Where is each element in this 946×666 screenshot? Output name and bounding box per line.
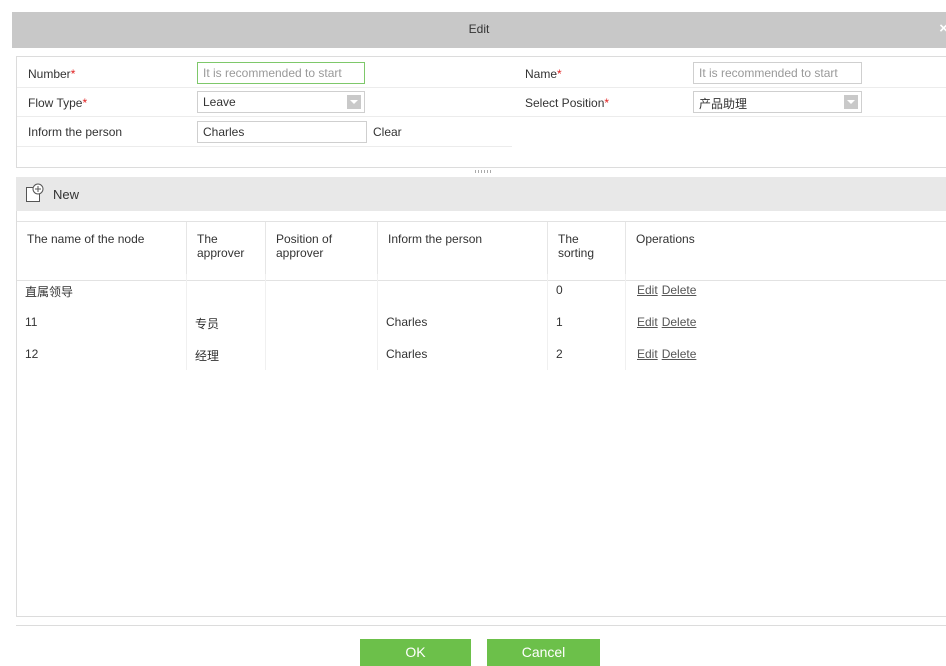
column-header-sorting: The sorting: [548, 222, 626, 280]
column-header-inform: Inform the person: [378, 222, 548, 280]
flow-type-value: Leave: [203, 95, 236, 109]
cell-node: 11: [17, 306, 187, 338]
nodes-table: The name of the node The approver Positi…: [16, 211, 946, 617]
column-header-approver: The approver: [187, 222, 266, 280]
edit-link[interactable]: Edit: [637, 283, 658, 297]
table-header: The name of the node The approver Positi…: [17, 221, 946, 281]
number-input[interactable]: It is recommended to start: [197, 62, 365, 84]
column-header-node: The name of the node: [17, 222, 187, 280]
inform-input[interactable]: Charles: [197, 121, 367, 143]
column-header-position: Position of approver: [266, 222, 378, 280]
chevron-down-icon[interactable]: [844, 95, 858, 109]
cell-position: [266, 338, 378, 370]
cell-sorting: 0: [548, 274, 626, 306]
cell-inform: Charles: [378, 338, 548, 370]
dialog-title: Edit: [468, 22, 490, 36]
column-header-operations: Operations: [636, 232, 695, 246]
name-label: Name*: [525, 67, 562, 81]
flow-type-select[interactable]: Leave: [197, 91, 365, 113]
select-position-select[interactable]: 产品助理: [693, 91, 862, 113]
cell-sorting: 1: [548, 306, 626, 338]
edit-form: Number* It is recommended to start Name*…: [16, 56, 946, 168]
cancel-button[interactable]: Cancel: [487, 639, 600, 666]
cell-position: [266, 274, 378, 306]
delete-link[interactable]: Delete: [662, 347, 697, 361]
cell-approver: 经理: [187, 338, 266, 370]
clear-button[interactable]: Clear: [373, 125, 402, 139]
cell-operations: Edit Delete: [626, 274, 826, 306]
form-row-divider: [17, 116, 946, 117]
table-row[interactable]: 12 经理 Charles 2 Edit Delete: [17, 338, 946, 370]
inform-label: Inform the person: [28, 125, 123, 139]
new-button[interactable]: New: [53, 187, 79, 202]
form-row-divider: [17, 87, 946, 88]
delete-link[interactable]: Delete: [662, 283, 697, 297]
cell-position: [266, 306, 378, 338]
name-input[interactable]: It is recommended to start: [693, 62, 862, 84]
cell-sorting: 2: [548, 338, 626, 370]
cell-node: 12: [17, 338, 187, 370]
splitter-handle[interactable]: [475, 170, 493, 173]
edit-link[interactable]: Edit: [637, 347, 658, 361]
form-row-divider: [17, 146, 512, 147]
cell-approver: 专员: [187, 306, 266, 338]
table-row[interactable]: 直属领导 0 Edit Delete: [17, 274, 946, 306]
number-label: Number*: [28, 67, 76, 81]
delete-link[interactable]: Delete: [662, 315, 697, 329]
select-position-value: 产品助理: [699, 97, 748, 111]
edit-link[interactable]: Edit: [637, 315, 658, 329]
grid-toolbar: New: [16, 177, 946, 211]
close-icon[interactable]: ×: [939, 20, 946, 37]
cell-node: 直属领导: [17, 274, 187, 306]
footer-divider: [16, 625, 946, 626]
dialog-titlebar: Edit ×: [12, 12, 946, 48]
ok-button[interactable]: OK: [360, 639, 471, 666]
cell-inform: [378, 274, 548, 306]
select-position-label: Select Position*: [525, 96, 610, 110]
cell-approver: [187, 274, 266, 306]
cell-operations: Edit Delete: [626, 338, 826, 370]
chevron-down-icon[interactable]: [347, 95, 361, 109]
cell-inform: Charles: [378, 306, 548, 338]
flow-type-label: Flow Type*: [28, 96, 88, 110]
table-row[interactable]: 11 专员 Charles 1 Edit Delete: [17, 306, 946, 338]
add-icon[interactable]: [25, 183, 45, 203]
cell-operations: Edit Delete: [626, 306, 826, 338]
